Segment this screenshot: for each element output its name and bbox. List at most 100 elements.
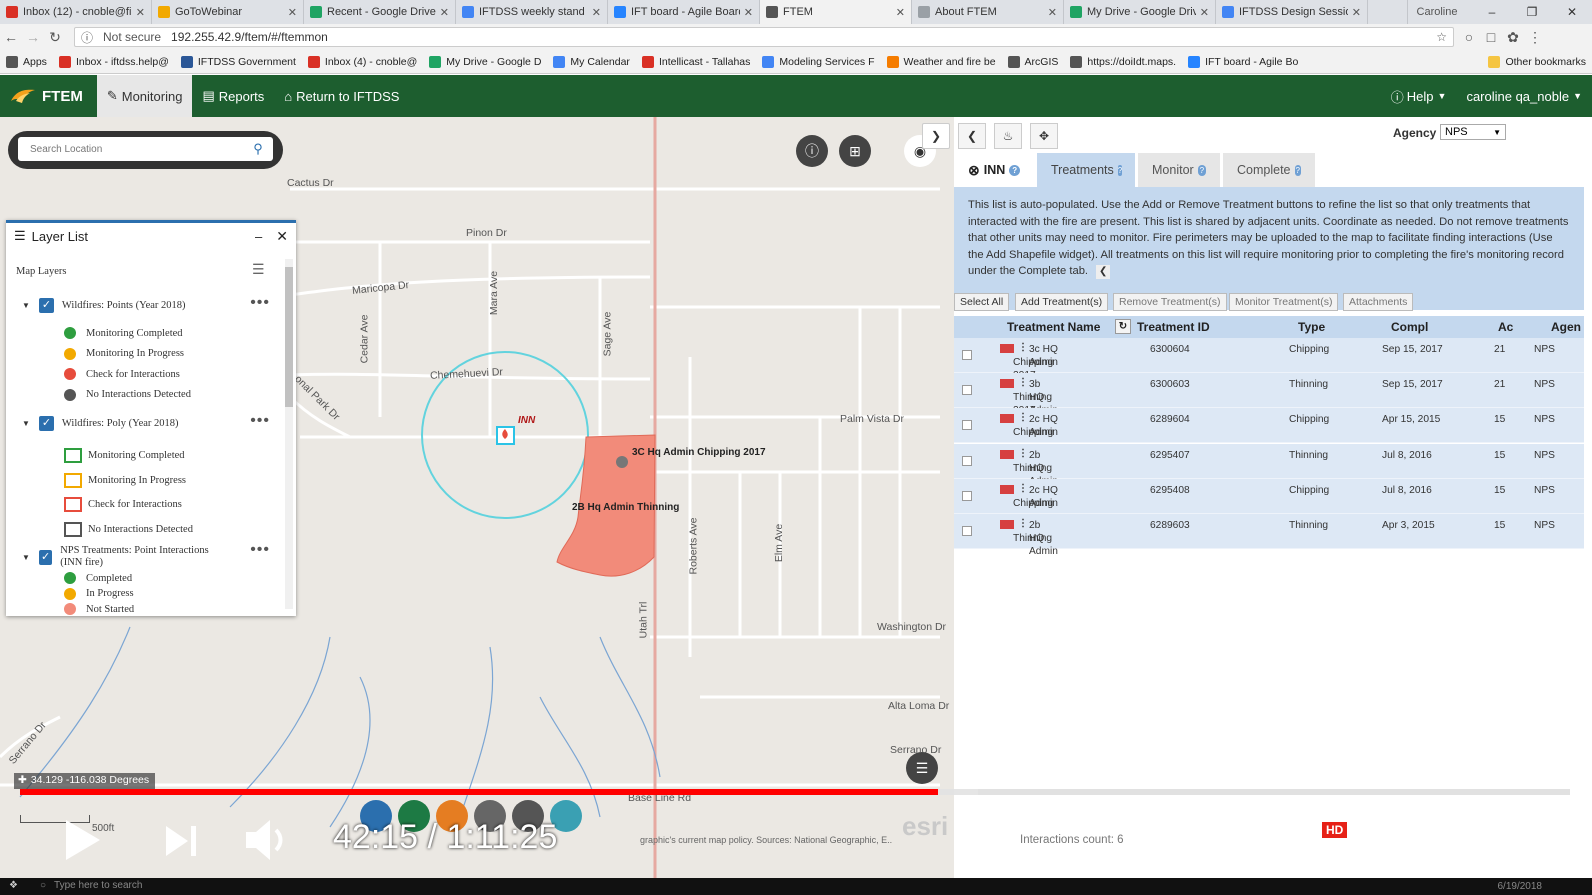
browser-tab[interactable]: IFTDSS Design Session ✕ — [1216, 0, 1368, 24]
remove-treatment-button[interactable]: Remove Treatment(s) — [1113, 293, 1227, 311]
bookmark-item[interactable]: Modeling Services F — [756, 55, 880, 68]
scrollbar-thumb[interactable] — [285, 267, 293, 407]
close-tab-icon[interactable]: ✕ — [1352, 6, 1361, 19]
nav-return-to-iftdss[interactable]: ⌂ Return to IFTDSS — [274, 75, 409, 117]
bookmark-star-icon[interactable]: ☆ — [1436, 30, 1447, 44]
help-icon[interactable]: ? — [1197, 164, 1206, 176]
row-checkbox[interactable] — [962, 350, 972, 360]
bookmark-item[interactable]: My Calendar — [547, 55, 636, 68]
browser-tab[interactable]: Recent - Google Drive ✕ — [304, 0, 456, 24]
row-menu-icon[interactable]: ⋮ — [1018, 483, 1028, 494]
close-tab-icon[interactable]: ✕ — [288, 6, 297, 19]
move-tool-button[interactable]: ✥ — [1030, 123, 1058, 149]
table-row[interactable]: ⋮3b HQ AdminThinning 20176300603Thinning… — [954, 373, 1584, 416]
next-icon[interactable] — [164, 824, 200, 858]
close-tab-icon[interactable]: ✕ — [744, 6, 753, 19]
row-menu-icon[interactable]: ⋮ — [1018, 448, 1028, 459]
close-tab-icon[interactable]: ✕ — [896, 6, 905, 19]
bookmark-item[interactable]: ArcGIS — [1002, 55, 1065, 68]
col-acres[interactable]: Ac — [1498, 320, 1513, 334]
menu-icon[interactable]: ⋮ — [1524, 29, 1546, 46]
layer-options-icon[interactable]: ••• — [250, 294, 270, 312]
table-row[interactable]: ⋮ 2c HQ Admin Chipping 6295408 Chipping Jul 8… — [954, 478, 1584, 514]
layer-group[interactable]: ▼ ✓ Wildfires: Poly (Year 2018) — [22, 416, 232, 431]
row-menu-icon[interactable]: ⋮ — [1018, 342, 1028, 353]
expand-caret-icon[interactable]: ▼ — [22, 419, 30, 428]
bookmark-item[interactable]: Inbox (4) - cnoble@ — [302, 55, 423, 68]
col-type[interactable]: Type — [1298, 320, 1325, 334]
profile-name[interactable]: Caroline — [1402, 6, 1472, 18]
close-tab-icon[interactable]: ✕ — [1048, 6, 1057, 19]
browser-tab[interactable]: Inbox (12) - cnoble@fire ✕ — [0, 0, 152, 24]
table-row[interactable]: ⋮2b HQ AdminThinning6295407ThinningJul 8… — [954, 443, 1584, 487]
fullscreen-icon[interactable] — [1478, 822, 1520, 862]
flag-icon[interactable] — [1000, 484, 1014, 494]
layer-checkbox[interactable]: ✓ — [38, 298, 54, 313]
nav-reports[interactable]: ▤ Reports — [192, 75, 274, 117]
col-treatment-name[interactable]: Treatment Name — [1007, 320, 1100, 334]
bookmark-item[interactable]: Inbox - iftdss.help@ — [53, 55, 175, 68]
tab-treatments[interactable]: Treatments? — [1037, 153, 1135, 187]
layer-list-scrollbar[interactable] — [285, 259, 293, 609]
bookmark-item[interactable]: My Drive - Google D — [423, 55, 547, 68]
bookmark-item[interactable]: Intellicast - Tallahas — [636, 55, 756, 68]
reload-icon[interactable]: ↻ — [44, 29, 66, 46]
minimize-icon[interactable]: – — [1472, 5, 1512, 19]
row-checkbox[interactable] — [962, 385, 972, 396]
play-icon[interactable] — [64, 818, 104, 862]
help-menu[interactable]: ⓘ Help ▼ — [1381, 75, 1457, 117]
browser-tab[interactable]: About FTEM ✕ — [912, 0, 1064, 24]
layer-options-icon[interactable]: ••• — [250, 412, 270, 430]
refresh-icon[interactable]: ↻ — [1115, 319, 1131, 334]
collapse-panel-button[interactable]: ❯ — [922, 123, 950, 149]
back-button[interactable]: ❮ — [958, 123, 986, 149]
help-icon[interactable]: ? — [1294, 164, 1301, 176]
table-row[interactable]: ⋮ 2c HQ Admin Chipping 6289604 Chipping Apr 1… — [954, 408, 1584, 444]
tab-fire[interactable]: ⊗ INN? — [954, 153, 1034, 187]
theater-mode-icon[interactable] — [1384, 826, 1436, 858]
flag-icon[interactable] — [1000, 520, 1014, 529]
browser-tab[interactable]: My Drive - Google Drive ✕ — [1064, 0, 1216, 24]
col-agency[interactable]: Agen — [1551, 320, 1581, 334]
bookmark-item[interactable]: https://doiIdt.maps. — [1064, 55, 1182, 68]
browser-tab[interactable]: IFT board - Agile Board ✕ — [608, 0, 760, 24]
extent-tool-icon[interactable]: ⊞ — [839, 135, 871, 167]
fire-tool-button[interactable]: ♨ — [994, 123, 1022, 149]
browser-tab[interactable]: IFTDSS weekly stand up ✕ — [456, 0, 608, 24]
select-all-button[interactable]: Select All — [954, 293, 1010, 311]
attachments-button[interactable]: Attachments — [1343, 293, 1414, 311]
layer-checkbox[interactable]: ✓ — [38, 549, 53, 565]
close-tab-icon[interactable]: ✕ — [440, 6, 449, 19]
close-tab-icon[interactable]: ✕ — [592, 6, 601, 19]
map-view[interactable]: Search Location ⚲ ⓘ ⊞ ◉ ☰ Cactus Dr Pino… — [0, 117, 954, 878]
bookmark-item[interactable]: IFT board - Agile Bo — [1182, 55, 1304, 68]
browser-tab[interactable]: GoToWebinar ✕ — [152, 0, 304, 24]
tab-complete[interactable]: Complete? — [1223, 153, 1315, 187]
table-row[interactable]: ⋮3c HQ AdminChipping 20176300604Chipping… — [954, 338, 1584, 381]
help-icon[interactable]: ? — [1117, 164, 1123, 176]
flag-icon[interactable] — [1000, 379, 1014, 389]
row-menu-icon[interactable]: ⋮ — [1018, 518, 1028, 529]
tab-monitor[interactable]: Monitor? — [1138, 153, 1220, 187]
attribute-table-icon[interactable]: ☰ — [906, 752, 938, 784]
taskbar-search[interactable]: ○ Type here to search — [40, 880, 142, 891]
bookmark-item[interactable]: Weather and fire be — [881, 55, 1002, 68]
layer-checkbox[interactable]: ✓ — [38, 416, 54, 431]
row-checkbox[interactable] — [962, 526, 972, 536]
expand-caret-icon[interactable]: ▼ — [22, 301, 30, 310]
row-checkbox[interactable] — [962, 455, 972, 466]
volume-icon[interactable] — [244, 816, 294, 864]
col-completed[interactable]: Compl — [1391, 320, 1428, 334]
expand-caret-icon[interactable]: ▼ — [22, 553, 30, 562]
search-icon[interactable]: ⚲ — [243, 141, 273, 157]
extension-icon[interactable]: ✿ — [1502, 29, 1524, 46]
collapse-text-icon[interactable]: ❮ — [1096, 265, 1111, 280]
bookmark-item[interactable]: Apps — [0, 55, 53, 68]
info-tool-icon[interactable]: ⓘ — [796, 135, 828, 167]
row-checkbox[interactable] — [962, 490, 972, 501]
nav-monitoring[interactable]: ✎ Monitoring — [96, 75, 193, 117]
forward-icon[interactable]: → — [22, 29, 44, 45]
col-treatment-id[interactable]: Treatment ID — [1137, 320, 1210, 334]
flag-icon[interactable] — [1000, 449, 1014, 459]
minimize-panel-icon[interactable]: – — [255, 229, 262, 244]
